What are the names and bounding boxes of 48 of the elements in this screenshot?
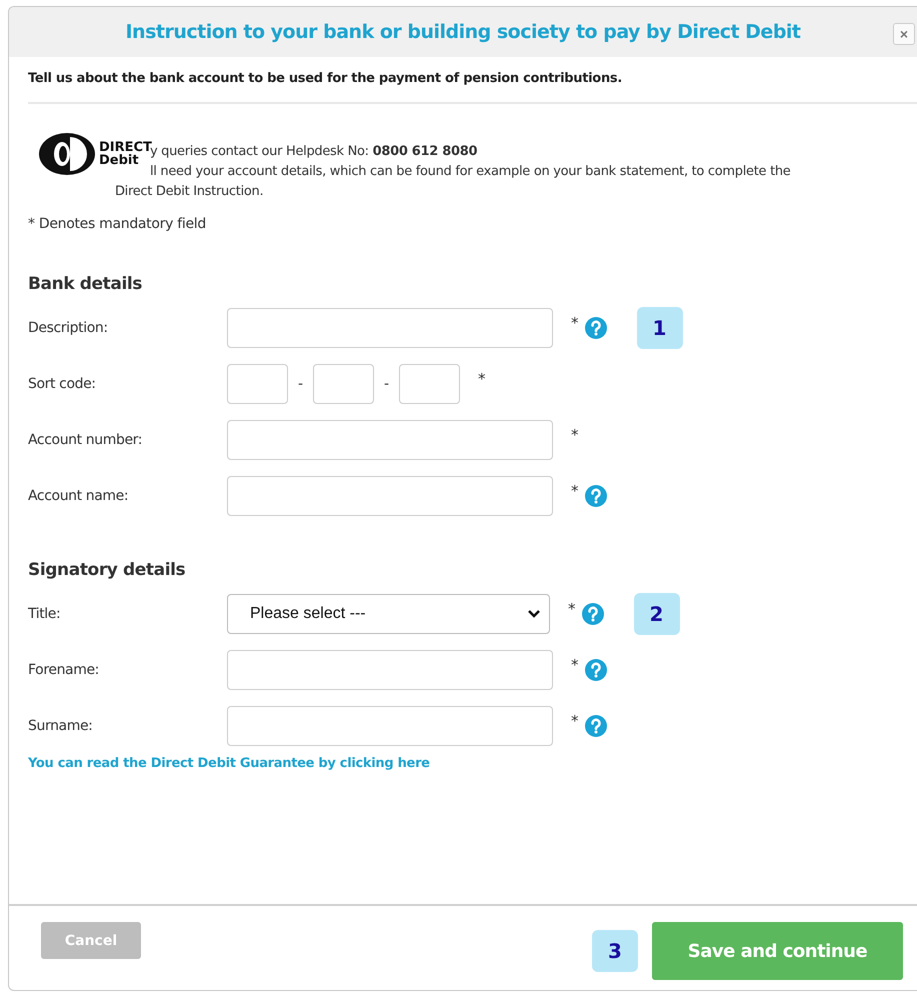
dash-separator: - xyxy=(382,376,390,392)
required-mark: * xyxy=(571,712,578,730)
dialog-title: Instruction to your bank or building society to pay by Direct Debit xyxy=(125,21,801,43)
field-label: Forename: xyxy=(28,662,100,678)
info-text: y queries contact our Helpdesk No: 0800 612 8080 xyxy=(150,144,478,161)
sort-code-field[interactable] xyxy=(313,364,374,404)
dash-separator: - xyxy=(296,376,304,392)
required-mark: * xyxy=(478,370,486,388)
section-heading: Signatory details xyxy=(28,560,186,580)
required-mark: * xyxy=(571,426,578,444)
required-mark: * xyxy=(568,600,576,618)
field-label: Description: xyxy=(28,320,109,336)
required-mark: * xyxy=(571,314,578,332)
info-text: Direct Debit Instruction. xyxy=(114,183,264,201)
logo-text: DIRECT xyxy=(99,141,152,154)
title-dropdown[interactable]: Please select --- xyxy=(227,594,550,634)
intro-text: Tell us about the bank account to be used for the payment of pension contributions. xyxy=(28,71,917,104)
help-icon[interactable] xyxy=(582,603,604,625)
field-label: Surname: xyxy=(28,718,94,734)
text-field[interactable] xyxy=(227,706,553,746)
required-mark: * xyxy=(571,656,578,674)
sort-code-field[interactable] xyxy=(399,364,460,404)
sort-code-field[interactable] xyxy=(227,364,288,404)
help-icon[interactable] xyxy=(584,715,606,737)
help-icon[interactable] xyxy=(584,317,606,339)
mandatory-note: * Denotes mandatory field xyxy=(28,216,207,232)
text-field[interactable] xyxy=(227,650,553,690)
callout-number: 2 xyxy=(634,593,680,635)
required-mark: * xyxy=(571,482,578,500)
callout-number: 3 xyxy=(592,930,638,972)
help-icon[interactable] xyxy=(584,485,606,507)
field-label: Title: xyxy=(28,606,62,622)
close-button[interactable]: × xyxy=(893,23,915,45)
save-button[interactable]: Save and continue xyxy=(652,922,903,980)
text-field[interactable] xyxy=(227,308,553,348)
guarantee-link[interactable]: You can read the Direct Debit Guarantee by clicking here xyxy=(28,756,430,771)
field-label: Account name: xyxy=(28,488,130,504)
field-label: Sort code: xyxy=(28,376,97,392)
text-field[interactable] xyxy=(227,476,553,516)
logo-text: Debit xyxy=(99,154,140,167)
info-text: ll need your account details, which can be found for example on your bank statement, to complete the xyxy=(150,163,791,181)
logo-icon xyxy=(38,132,96,176)
chevron-down-icon xyxy=(527,609,541,619)
section-heading: Bank details xyxy=(28,274,144,294)
field-label: Account number: xyxy=(28,432,144,448)
callout-number: 1 xyxy=(636,307,682,349)
help-icon[interactable] xyxy=(584,659,606,681)
text-field[interactable] xyxy=(227,420,553,460)
